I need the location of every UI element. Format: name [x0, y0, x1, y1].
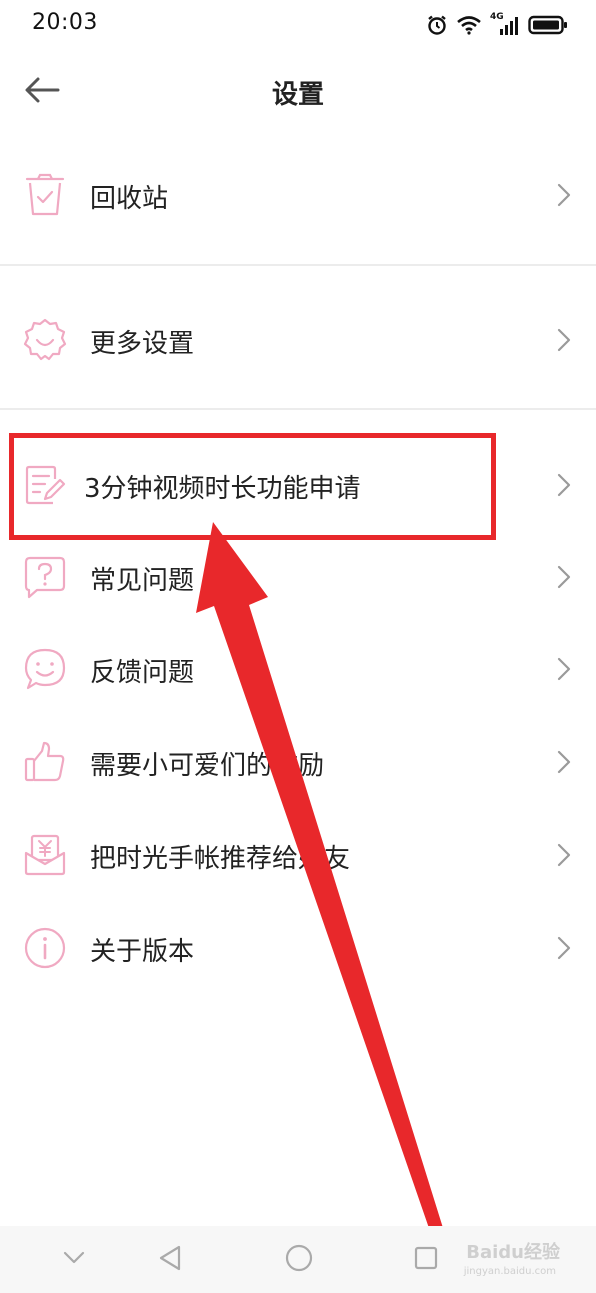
alarm-icon	[426, 14, 448, 36]
home-circle-icon	[284, 1243, 314, 1277]
menu-item-label: 把时光手帐推荐给好友	[90, 844, 351, 874]
wifi-icon	[456, 15, 482, 35]
menu-item-label: 关于版本	[90, 937, 195, 967]
chevron-right-icon	[554, 472, 574, 498]
watermark-url: jingyan.baidu.com	[463, 1266, 556, 1277]
signal-icon: 4G	[490, 12, 520, 36]
menu-item-recommend[interactable]: 把时光手帐推荐给好友	[0, 810, 596, 900]
nav-collapse-button[interactable]	[54, 1240, 94, 1280]
chevron-right-icon	[554, 656, 574, 682]
trash-icon	[22, 172, 68, 218]
back-triangle-icon	[157, 1244, 183, 1276]
menu-item-recycle-bin[interactable]: 回收站	[0, 150, 596, 240]
chevron-right-icon	[554, 749, 574, 775]
chevron-down-icon	[62, 1250, 86, 1270]
question-bubble-icon	[22, 554, 68, 600]
yuan-envelope-icon	[22, 832, 68, 878]
recents-square-icon	[412, 1244, 440, 1276]
chevron-right-icon	[554, 182, 574, 208]
section-divider	[0, 408, 596, 410]
menu-item-about-version[interactable]: 关于版本	[0, 903, 596, 993]
menu-item-feedback[interactable]: 反馈问题	[0, 624, 596, 714]
watermark-logo: Baidu经验	[466, 1242, 560, 1263]
menu-item-more-settings[interactable]: 更多设置	[0, 295, 596, 385]
status-time: 20:03	[32, 10, 98, 35]
nav-home-button[interactable]	[279, 1240, 319, 1280]
menu-item-label: 需要小可爱们的鼓励	[90, 751, 325, 781]
chevron-right-icon	[554, 935, 574, 961]
page-title: 设置	[271, 80, 324, 110]
menu-item-faq[interactable]: 常见问题	[0, 532, 596, 622]
menu-item-label: 3分钟视频时长功能申请	[84, 474, 361, 504]
status-bar: 20:03 4G	[0, 0, 596, 52]
battery-icon	[528, 14, 568, 36]
network-type-label: 4G	[490, 12, 504, 22]
info-icon	[22, 925, 68, 971]
header-bar: 设置	[0, 56, 596, 128]
settings-page: 20:03 4G 设置 回收站 更多设置 3分钟视频时长功能申请 常见问题 反馈…	[0, 0, 596, 1293]
thumbs-up-icon	[22, 739, 68, 785]
chevron-right-icon	[554, 564, 574, 590]
edit-document-icon	[22, 462, 68, 508]
section-divider	[0, 264, 596, 266]
smile-bubble-icon	[22, 646, 68, 692]
menu-item-video-duration-request[interactable]: 3分钟视频时长功能申请	[0, 440, 596, 530]
nav-recents-button[interactable]	[406, 1240, 446, 1280]
chevron-right-icon	[554, 327, 574, 353]
menu-item-encourage[interactable]: 需要小可爱们的鼓励	[0, 717, 596, 807]
menu-item-label: 回收站	[90, 184, 169, 214]
settings-gear-icon	[22, 317, 68, 363]
nav-back-button[interactable]	[150, 1240, 190, 1280]
menu-item-label: 常见问题	[90, 566, 195, 596]
chevron-right-icon	[554, 842, 574, 868]
status-icons: 4G	[426, 10, 568, 40]
menu-item-label: 更多设置	[90, 329, 195, 359]
menu-item-label: 反馈问题	[90, 658, 195, 688]
